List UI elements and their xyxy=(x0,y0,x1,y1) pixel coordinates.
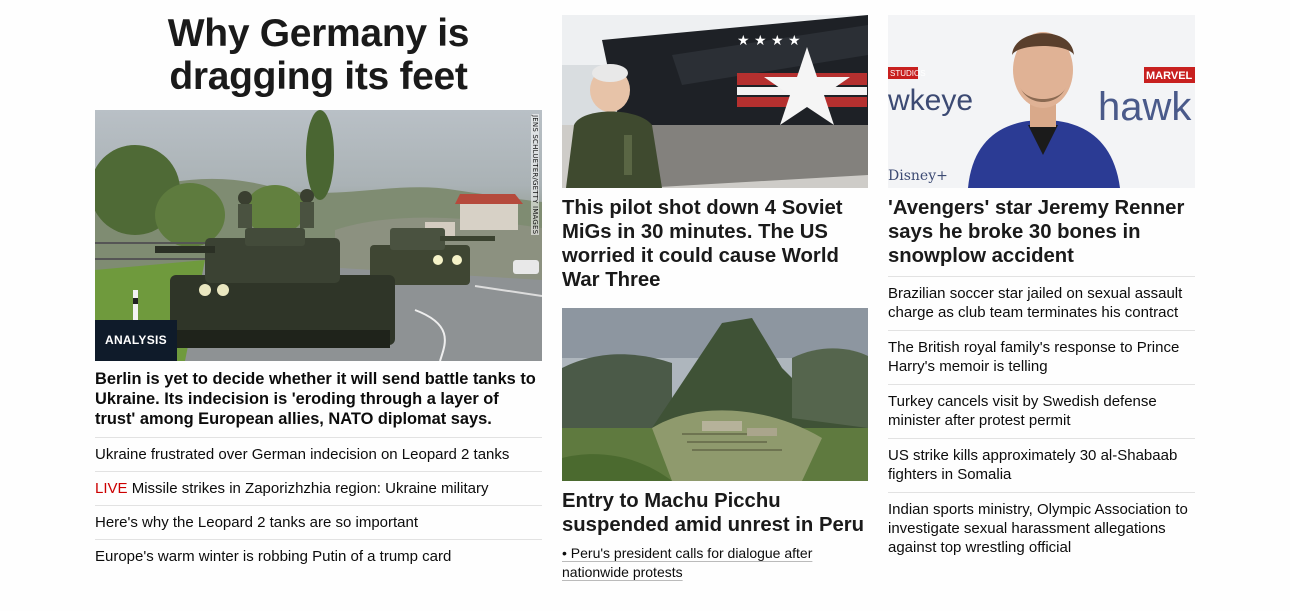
renner-illustration: wkeye hawk MARVEL STUD STUDIOS Disney+ xyxy=(888,15,1195,188)
list-item[interactable]: US strike kills approximately 30 al-Shab… xyxy=(888,438,1195,492)
live-label: LIVE xyxy=(95,480,128,497)
list-item[interactable]: Ukraine frustrated over German indecisio… xyxy=(95,437,542,471)
list-item[interactable]: Here's why the Leopard 2 tanks are so im… xyxy=(95,505,542,539)
related-link[interactable]: Ukraine frustrated over German indecisio… xyxy=(95,446,509,463)
story-card-machu-picchu: Entry to Machu Picchu suspended amid unr… xyxy=(562,308,868,582)
list-item[interactable]: Brazilian soccer star jailed on sexual a… xyxy=(888,276,1195,330)
lead-headline[interactable]: Why Germany is dragging its feet xyxy=(95,12,542,98)
story-card-renner: wkeye hawk MARVEL STUD STUDIOS Disney+ '… xyxy=(888,15,1195,268)
backdrop-text-left: wkeye xyxy=(888,84,973,117)
peru-president-link[interactable]: • Peru's president calls for dialogue af… xyxy=(562,544,868,582)
lead-story-column: Why Germany is dragging its feet JENS SC… xyxy=(95,12,542,573)
backdrop-brand: MARVEL STUD xyxy=(1146,70,1195,82)
headline-link[interactable]: Indian sports ministry, Olympic Associat… xyxy=(888,501,1188,556)
related-link[interactable]: Europe's warm winter is robbing Putin of… xyxy=(95,548,451,565)
right-column: wkeye hawk MARVEL STUD STUDIOS Disney+ '… xyxy=(888,15,1195,557)
machu-picchu-image[interactable] xyxy=(562,308,868,481)
pilot-jet-illustration: ★ ★ ★ ★ xyxy=(562,15,868,188)
backdrop-text-right: hawk xyxy=(1098,85,1192,129)
analysis-badge: ANALYSIS xyxy=(95,320,177,361)
pilot-headline[interactable]: This pilot shot down 4 Soviet MiGs in 30… xyxy=(562,196,868,292)
headline-link[interactable]: Brazilian soccer star jailed on sexual a… xyxy=(888,285,1182,321)
related-link-live[interactable]: LIVE Missile strikes in Zaporizhzhia reg… xyxy=(95,480,488,497)
headlines-list: Brazilian soccer star jailed on sexual a… xyxy=(888,276,1195,557)
list-item[interactable]: Turkey cancels visit by Swedish defense … xyxy=(888,384,1195,438)
renner-headline[interactable]: 'Avengers' star Jeremy Renner says he br… xyxy=(888,196,1195,268)
list-item[interactable]: Europe's warm winter is robbing Putin of… xyxy=(95,539,542,573)
headline-link[interactable]: Turkey cancels visit by Swedish defense … xyxy=(888,393,1157,429)
headline-link[interactable]: The British royal family's response to P… xyxy=(888,339,1179,375)
headline-link[interactable]: US strike kills approximately 30 al-Shab… xyxy=(888,447,1177,483)
middle-column: ★ ★ ★ ★ This pilot shot down 4 Soviet Mi… xyxy=(562,15,868,582)
related-link-text: Missile strikes in Zaporizhzhia region: … xyxy=(127,480,489,497)
list-item[interactable]: Indian sports ministry, Olympic Associat… xyxy=(888,492,1195,557)
related-link[interactable]: Here's why the Leopard 2 tanks are so im… xyxy=(95,514,418,531)
story-card-pilot: ★ ★ ★ ★ This pilot shot down 4 Soviet Mi… xyxy=(562,15,868,292)
lead-summary[interactable]: Berlin is yet to decide whether it will … xyxy=(95,369,542,429)
pilot-image[interactable]: ★ ★ ★ ★ xyxy=(562,15,868,188)
list-item[interactable]: The British royal family's response to P… xyxy=(888,330,1195,384)
backdrop-disney: Disney+ xyxy=(888,168,948,184)
svg-text:★ ★ ★ ★: ★ ★ ★ ★ xyxy=(737,33,801,49)
image-credit: JENS SCHLUETER/GETTY IMAGES xyxy=(531,114,539,236)
backdrop-brand-small: STUDIOS xyxy=(890,69,926,78)
machu-picchu-headline[interactable]: Entry to Machu Picchu suspended amid unr… xyxy=(562,489,868,537)
lead-image-tanks[interactable]: JENS SCHLUETER/GETTY IMAGES ANALYSIS xyxy=(95,110,542,361)
renner-image[interactable]: wkeye hawk MARVEL STUD STUDIOS Disney+ xyxy=(888,15,1195,188)
machu-picchu-illustration xyxy=(562,308,868,481)
list-item[interactable]: LIVE Missile strikes in Zaporizhzhia reg… xyxy=(95,471,542,505)
related-links-list: Ukraine frustrated over German indecisio… xyxy=(95,437,542,573)
